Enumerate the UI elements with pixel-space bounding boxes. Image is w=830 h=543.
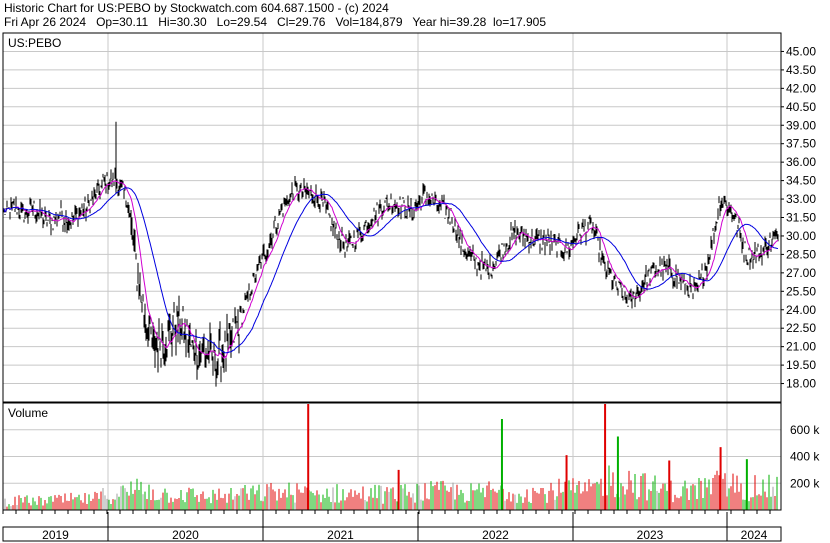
volume-tick-label: 200 k <box>790 476 820 490</box>
price-tick-label: 37.50 <box>786 137 816 151</box>
price-tick-label: 42.00 <box>786 81 816 95</box>
price-tick-label: 43.50 <box>786 63 816 77</box>
symbol-label: US:PEBO <box>8 36 61 50</box>
price-grid <box>3 33 781 402</box>
stock-chart: US:PEBO Volume 45.00 43.50 42.00 40.50 39.00… <box>2 32 820 542</box>
price-tick-label: 31.50 <box>786 211 816 225</box>
price-tick-label: 40.50 <box>786 100 816 114</box>
price-tick-label: 25.50 <box>786 284 816 298</box>
price-tick-label: 39.00 <box>786 118 816 132</box>
price-tick-label: 27.00 <box>786 266 816 280</box>
year-label: 2024 <box>741 528 768 542</box>
price-tick-label: 36.00 <box>786 155 816 169</box>
volume-axis-ticks: 600 k 400 k 200 k <box>790 423 820 491</box>
price-axis-ticks: 45.00 43.50 42.00 40.50 39.00 37.50 36.00 34.50… <box>781 44 816 391</box>
price-tick-label: 45.00 <box>786 44 816 58</box>
price-tick-label: 30.00 <box>786 229 816 243</box>
year-label: 2021 <box>327 528 354 542</box>
year-label: 2019 <box>42 528 69 542</box>
price-tick-label: 34.50 <box>786 174 816 188</box>
price-tick-label: 18.00 <box>786 377 816 391</box>
short-moving-average-line <box>3 180 779 360</box>
price-tick-label: 24.00 <box>786 303 816 317</box>
price-tick-label: 33.00 <box>786 192 816 206</box>
price-tick-label: 21.00 <box>786 340 816 354</box>
volume-tick-label: 400 k <box>790 450 820 464</box>
date-axis-frame <box>2 526 782 542</box>
date-axis-ticks: 2019 2020 2021 2022 2023 2024 <box>2 510 771 542</box>
volume-label: Volume <box>8 406 48 420</box>
volume-tick-label: 600 k <box>790 423 820 437</box>
year-label: 2022 <box>482 528 509 542</box>
volume-grid <box>3 403 781 510</box>
price-tick-label: 19.50 <box>786 358 816 372</box>
year-label: 2023 <box>637 528 664 542</box>
price-tick-label: 28.50 <box>786 247 816 261</box>
price-tick-label: 22.50 <box>786 321 816 335</box>
year-label: 2020 <box>172 528 199 542</box>
